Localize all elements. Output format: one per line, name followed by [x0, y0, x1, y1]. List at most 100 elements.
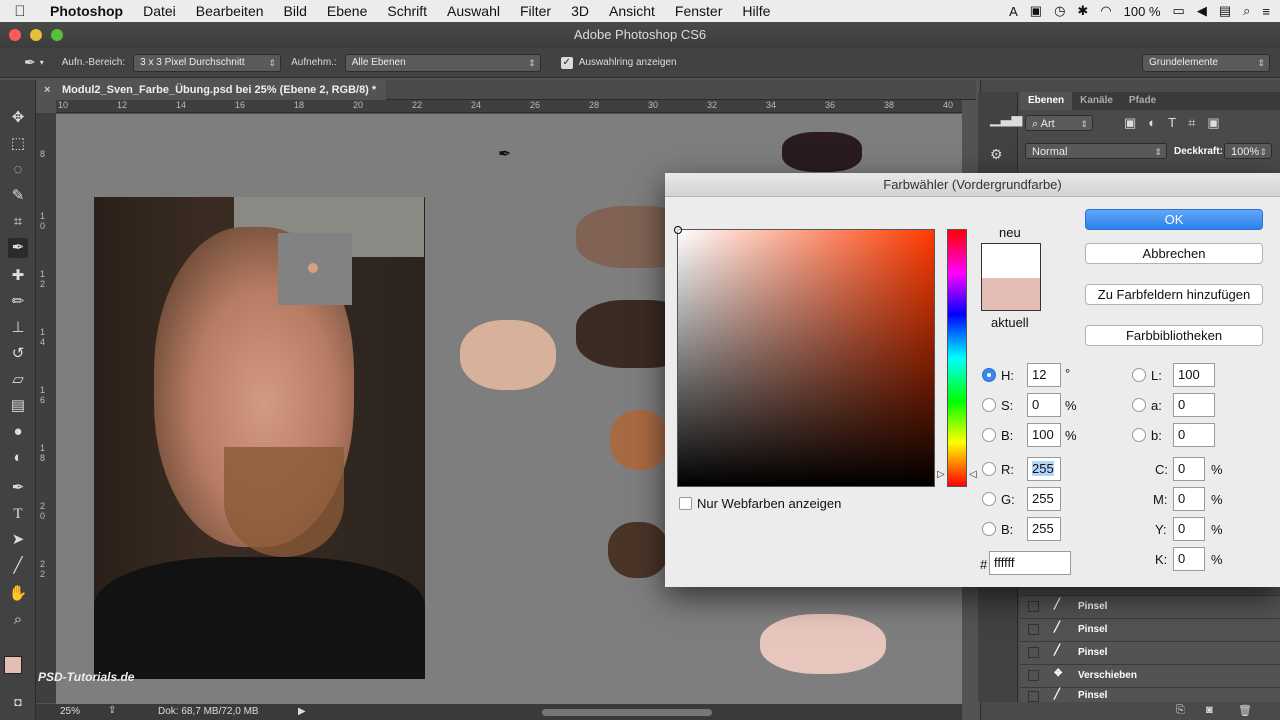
eyedropper-tool-icon[interactable]: ✒	[24, 54, 36, 71]
hand-tool-icon[interactable]: ✋	[8, 584, 28, 604]
notification-center-icon[interactable]: ≡	[1262, 4, 1270, 19]
foreground-color-swatch[interactable]	[4, 656, 22, 674]
document-tab[interactable]: × Modul2_Sven_Farbe_Übung.psd bei 25% (E…	[36, 80, 387, 100]
path-select-tool-icon[interactable]: ➤	[8, 530, 28, 550]
ok-button[interactable]: OK	[1085, 209, 1263, 230]
tab-ebenen[interactable]: Ebenen	[1020, 92, 1073, 110]
saturation-radio[interactable]	[982, 398, 996, 412]
history-brush-tool-icon[interactable]: ↺	[8, 344, 28, 364]
healing-brush-tool-icon[interactable]: ✚	[8, 266, 28, 286]
gradient-tool-icon[interactable]: ▤	[8, 396, 28, 416]
eyedropper-tool-icon[interactable]: ✒	[8, 238, 28, 258]
current-color-swatch[interactable]	[982, 278, 1040, 310]
export-icon[interactable]: ⇪	[108, 705, 116, 716]
hex-field[interactable]: ffffff	[989, 551, 1071, 575]
blue-radio[interactable]	[982, 522, 996, 536]
cyan-field[interactable]: 0	[1173, 457, 1205, 481]
zoom-window-button[interactable]	[51, 29, 63, 41]
zoom-level[interactable]: 25%	[60, 706, 80, 717]
battery-icon[interactable]: ▭	[1173, 3, 1185, 19]
saturation-field[interactable]: 0	[1027, 393, 1061, 417]
magenta-field[interactable]: 0	[1173, 487, 1205, 511]
screen-record-icon[interactable]: ▣	[1030, 3, 1042, 19]
move-tool-icon[interactable]: ✥	[8, 108, 28, 128]
menu-auswahl[interactable]: Auswahl	[437, 3, 510, 19]
tab-kanaele[interactable]: Kanäle	[1072, 92, 1121, 110]
marquee-tool-icon[interactable]: ⬚	[8, 134, 28, 154]
horizontal-scrollbar[interactable]	[542, 709, 712, 716]
workspace-select[interactable]: Grundelemente	[1142, 53, 1270, 72]
green-field[interactable]: 255	[1027, 487, 1061, 511]
sample-size-select[interactable]: 3 x 3 Pixel Durchschnitt	[133, 53, 282, 72]
layer-visibility-toggle[interactable]	[1028, 647, 1039, 658]
user-icon[interactable]: ▤	[1219, 3, 1231, 19]
line-tool-icon[interactable]: ╱	[8, 556, 28, 576]
lab-b-radio[interactable]	[1132, 428, 1146, 442]
color-field-cursor[interactable]	[674, 226, 682, 234]
pen-tool-icon[interactable]: ✒	[8, 478, 28, 498]
menu-filter[interactable]: Filter	[510, 3, 561, 19]
tab-pfade[interactable]: Pfade	[1121, 92, 1164, 110]
bluetooth-icon[interactable]: ✱	[1077, 3, 1088, 19]
hue-radio[interactable]	[982, 368, 996, 382]
brightness-field[interactable]: 100	[1027, 423, 1061, 447]
layer-visibility-toggle[interactable]	[1028, 624, 1039, 635]
close-window-button[interactable]	[9, 29, 21, 41]
color-libraries-button[interactable]: Farbbibliotheken	[1085, 325, 1263, 346]
histogram-panel-icon[interactable]: ▁▃▅	[990, 110, 1022, 127]
brush-tool-icon[interactable]: ✏	[8, 292, 28, 312]
red-field[interactable]: 255	[1027, 457, 1061, 481]
layer-row[interactable]: ╱ Pinsel	[1020, 595, 1280, 618]
camera-icon[interactable]: ◙	[1206, 704, 1213, 716]
status-menu-arrow-icon[interactable]: ▶	[298, 706, 306, 717]
layer-visibility-toggle[interactable]	[1028, 601, 1039, 612]
blur-tool-icon[interactable]: ●	[8, 422, 28, 442]
quick-mask-icon[interactable]: ◘	[8, 692, 28, 712]
wifi-icon[interactable]: ◠	[1100, 3, 1111, 19]
eraser-tool-icon[interactable]: ▱	[8, 370, 28, 390]
trash-icon[interactable]: 🗑	[1238, 704, 1252, 717]
brightness-radio[interactable]	[982, 428, 996, 442]
web-colors-checkbox[interactable]	[679, 497, 692, 510]
menu-fenster[interactable]: Fenster	[665, 3, 732, 19]
lab-b-field[interactable]: 0	[1173, 423, 1215, 447]
add-to-swatches-button[interactable]: Zu Farbfeldern hinzufügen	[1085, 284, 1263, 305]
menu-datei[interactable]: Datei	[133, 3, 186, 19]
quick-select-tool-icon[interactable]: ✎	[8, 186, 28, 206]
clone-stamp-tool-icon[interactable]: ⊥	[8, 318, 28, 338]
green-radio[interactable]	[982, 492, 996, 506]
blend-mode-select[interactable]: Normal	[1025, 143, 1167, 160]
menu-app[interactable]: Photoshop	[40, 3, 133, 19]
zoom-tool-icon[interactable]: ⌕	[8, 610, 28, 630]
hue-slider-left-arrow-icon[interactable]: ▷	[937, 469, 945, 480]
cancel-button[interactable]: Abbrechen	[1085, 243, 1263, 264]
saturation-brightness-field[interactable]	[674, 226, 935, 487]
layer-filter-icons[interactable]: ▣◐T⌗▣	[1124, 115, 1232, 131]
menu-bearbeiten[interactable]: Bearbeiten	[186, 3, 274, 19]
apple-menu-icon[interactable]: 	[0, 3, 40, 20]
red-radio[interactable]	[982, 462, 996, 476]
layer-row[interactable]: ╱ Pinsel	[1020, 618, 1280, 641]
time-machine-icon[interactable]: ◷	[1054, 3, 1065, 19]
layer-row[interactable]: ╱ Pinsel	[1020, 641, 1280, 664]
menu-hilfe[interactable]: Hilfe	[732, 3, 780, 19]
new-snapshot-icon[interactable]: ⎘	[1176, 704, 1185, 717]
menu-ebene[interactable]: Ebene	[317, 3, 377, 19]
black-field[interactable]: 0	[1173, 547, 1205, 571]
show-ring-checkbox[interactable]: ✓	[560, 56, 573, 69]
volume-icon[interactable]: ◀	[1197, 3, 1207, 19]
lab-l-radio[interactable]	[1132, 368, 1146, 382]
crop-tool-icon[interactable]: ⌗	[8, 212, 28, 232]
dodge-tool-icon[interactable]: ◐	[8, 448, 28, 468]
layer-row[interactable]: ╱ Pinsel	[1020, 687, 1280, 702]
menu-bild[interactable]: Bild	[274, 3, 317, 19]
layer-row[interactable]: ✥ Verschieben	[1020, 664, 1280, 687]
close-tab-icon[interactable]: ×	[44, 80, 50, 100]
lab-l-field[interactable]: 100	[1173, 363, 1215, 387]
spotlight-search-icon[interactable]: ⌕	[1243, 3, 1250, 19]
blue-field[interactable]: 255	[1027, 517, 1061, 541]
layer-visibility-toggle[interactable]	[1028, 691, 1039, 702]
adjustments-panel-icon[interactable]: ⚙	[990, 146, 1003, 163]
tool-preset-chevron-icon[interactable]: ▾	[40, 58, 44, 67]
adobe-status-icon[interactable]: A	[1009, 4, 1018, 19]
